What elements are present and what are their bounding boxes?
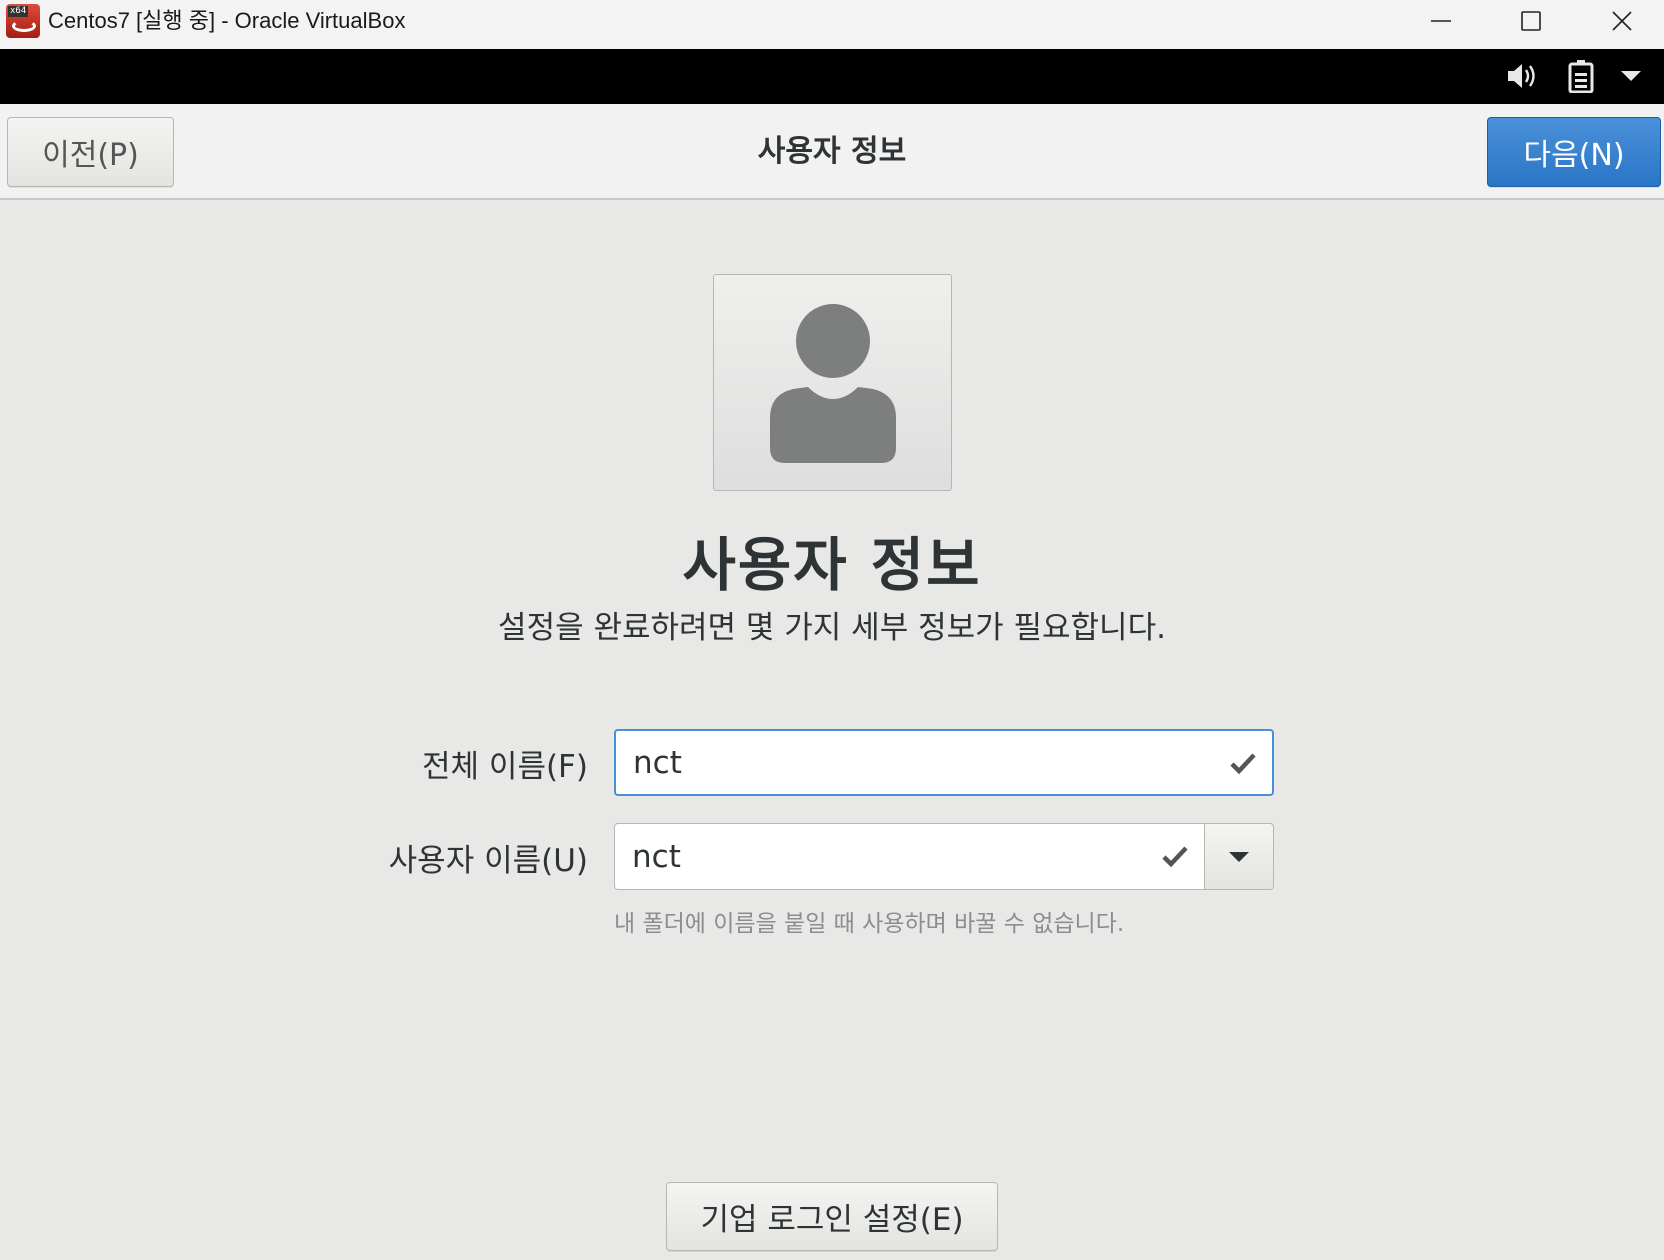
enterprise-login-button[interactable]: 기업 로그인 설정(E)	[666, 1182, 998, 1251]
header-title: 사용자 정보	[757, 134, 907, 169]
minimize-icon	[1431, 20, 1451, 22]
fullname-value: nct	[633, 744, 682, 781]
next-button[interactable]: 다음(N)	[1487, 117, 1661, 187]
dropdown-arrow-icon[interactable]	[1614, 59, 1648, 93]
virtualbox-app-icon[interactable]: x64	[6, 4, 40, 38]
guest-top-bar	[0, 49, 1664, 104]
battery-icon[interactable]	[1564, 59, 1598, 93]
page-subtitle: 설정을 완료하려면 몇 가지 세부 정보가 필요합니다.	[498, 610, 1166, 646]
username-value: nct	[632, 838, 681, 875]
username-hint: 내 폴더에 이름을 붙일 때 사용하며 바꿀 수 없습니다.	[614, 911, 1125, 937]
window-title: Centos7 [실행 중] - Oracle VirtualBox	[48, 8, 406, 33]
close-button[interactable]	[1580, 0, 1664, 42]
fullname-label: 전체 이름(F)	[422, 749, 588, 785]
window-titlebar: x64 Centos7 [실행 중] - Oracle VirtualBox	[0, 0, 1664, 49]
username-dropdown-button[interactable]	[1204, 823, 1274, 890]
page-heading: 사용자 정보	[682, 531, 982, 599]
minimize-button[interactable]	[1396, 0, 1486, 42]
close-icon	[1612, 11, 1632, 31]
chevron-down-icon	[1229, 851, 1249, 862]
maximize-button[interactable]	[1486, 0, 1576, 42]
back-button[interactable]: 이전(P)	[7, 117, 174, 187]
app-icon-badge: x64	[8, 6, 29, 17]
avatar-button[interactable]	[713, 274, 952, 491]
checkmark-icon	[1162, 846, 1188, 868]
header-bar: 사용자 정보 이전(P) 다음(N)	[0, 104, 1664, 200]
username-label: 사용자 이름(U)	[388, 843, 588, 879]
maximize-icon	[1521, 11, 1541, 31]
fullname-field[interactable]: nct	[614, 729, 1274, 796]
volume-icon[interactable]	[1500, 59, 1544, 93]
user-avatar-icon	[769, 303, 896, 463]
checkmark-icon	[1230, 753, 1256, 775]
username-field[interactable]: nct	[614, 823, 1205, 890]
